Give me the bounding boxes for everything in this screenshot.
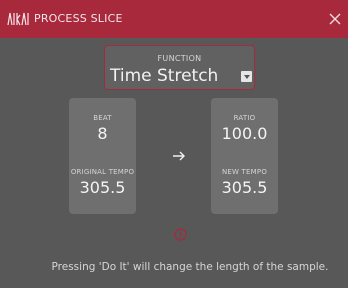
original-tempo-value[interactable]: 305.5 bbox=[69, 178, 136, 197]
new-tempo-value[interactable]: 305.5 bbox=[211, 178, 278, 197]
title-bar: PROCESS SLICE bbox=[0, 0, 348, 38]
function-value: Time Stretch bbox=[110, 66, 219, 86]
dropdown-arrow-icon[interactable] bbox=[241, 71, 252, 82]
process-slice-dialog: PROCESS SLICE FUNCTION Time Stretch BEAT… bbox=[0, 0, 348, 288]
info-message: Pressing 'Do It' will change the length … bbox=[51, 261, 329, 273]
beat-value[interactable]: 8 bbox=[69, 124, 136, 143]
ratio-value[interactable]: 100.0 bbox=[211, 124, 278, 143]
arrow-right-icon bbox=[173, 151, 185, 161]
target-card: RATIO 100.0 NEW TEMPO 305.5 bbox=[211, 98, 278, 214]
warning-circle-icon bbox=[174, 228, 187, 241]
original-tempo-label: ORIGINAL TEMPO bbox=[70, 168, 135, 176]
dialog-title: PROCESS SLICE bbox=[34, 12, 123, 25]
beat-label: BEAT bbox=[93, 114, 112, 122]
function-label: FUNCTION bbox=[157, 54, 202, 63]
source-card: BEAT 8 ORIGINAL TEMPO 305.5 bbox=[69, 98, 136, 214]
ratio-label: RATIO bbox=[233, 114, 256, 122]
close-icon[interactable] bbox=[327, 11, 343, 27]
new-tempo-label: NEW TEMPO bbox=[221, 168, 268, 176]
akai-logo-icon bbox=[7, 12, 29, 26]
function-selector[interactable]: FUNCTION Time Stretch bbox=[104, 45, 255, 90]
